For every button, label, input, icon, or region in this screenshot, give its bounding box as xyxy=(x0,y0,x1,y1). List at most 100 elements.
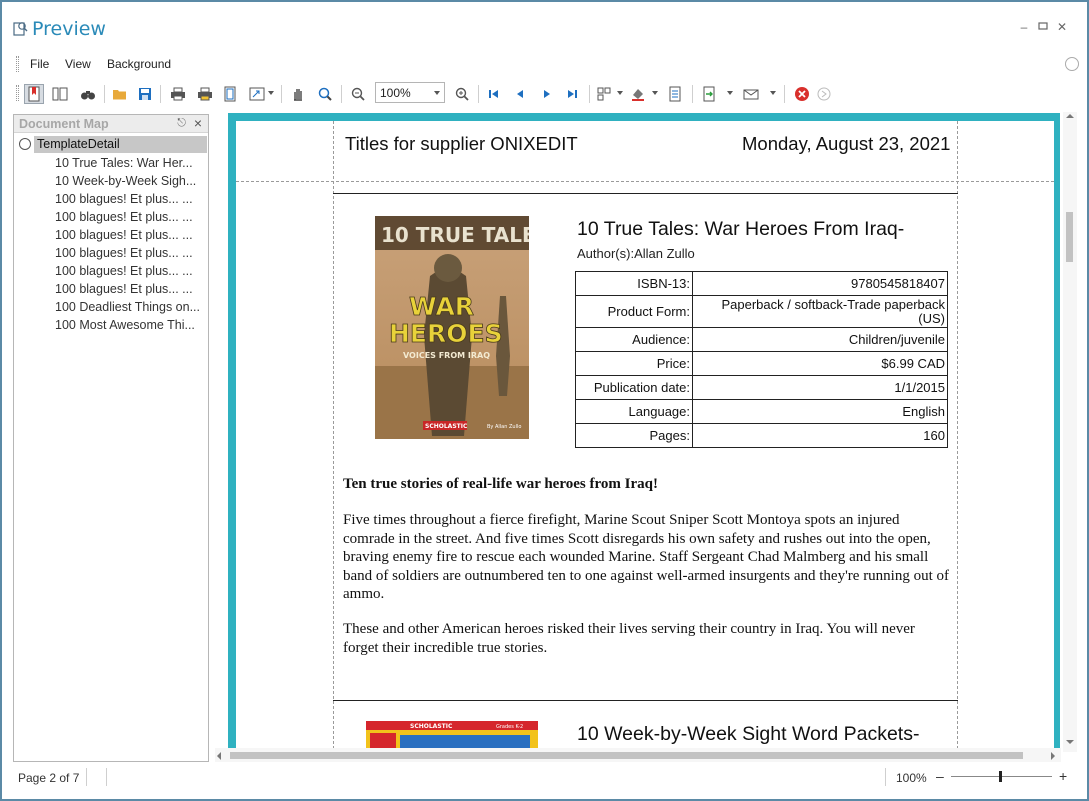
send-email-dropdown-arrow[interactable] xyxy=(770,91,776,95)
info-value: Paperback / softback-Trade paperback (US… xyxy=(692,295,948,328)
hand-tool-button[interactable] xyxy=(288,84,308,104)
menu-grip xyxy=(16,56,19,72)
document-map-title: Document Map xyxy=(19,117,109,131)
circle-arrow-icon xyxy=(817,87,831,101)
export-dropdown-arrow[interactable] xyxy=(727,91,733,95)
hand-tool-icon xyxy=(294,89,302,101)
multiple-pages-dropdown-arrow[interactable] xyxy=(617,91,623,95)
scroll-left-icon[interactable] xyxy=(217,752,221,760)
cover-publisher: SCHOLASTIC xyxy=(410,723,453,730)
info-label: ISBN-13: xyxy=(575,271,693,296)
tree-item[interactable]: 10 Week-by-Week Sigh... xyxy=(55,172,207,190)
print-button[interactable] xyxy=(168,84,188,104)
scale-dropdown-arrow[interactable] xyxy=(268,91,274,95)
scroll-right-icon[interactable] xyxy=(1051,752,1055,760)
info-value: 1/1/2015 xyxy=(692,375,948,400)
previous-page-button[interactable] xyxy=(510,84,530,104)
vertical-scrollbar[interactable] xyxy=(1063,112,1077,752)
find-button[interactable] xyxy=(78,84,98,104)
info-value: 160 xyxy=(692,423,948,448)
tree-item[interactable]: 100 blagues! Et plus... ... xyxy=(55,244,207,262)
color-button[interactable] xyxy=(628,84,648,104)
watermark-icon xyxy=(669,86,681,102)
export-button[interactable] xyxy=(699,84,719,104)
zoom-out-button[interactable] xyxy=(348,84,368,104)
scroll-down-icon[interactable] xyxy=(1066,740,1074,744)
info-value: 9780545818407 xyxy=(692,271,948,296)
tree-item[interactable]: 100 Deadliest Things on... xyxy=(55,298,207,316)
menu-bar: File View Background xyxy=(0,54,1089,76)
cover-main-text-2: HEROES xyxy=(389,319,503,348)
zoom-minus-button[interactable]: – xyxy=(936,768,944,784)
tree-item[interactable]: 100 blagues! Et plus... ... xyxy=(55,208,207,226)
send-email-button[interactable] xyxy=(741,84,761,104)
thumbnails-button[interactable] xyxy=(50,84,70,104)
status-bar: Page 2 of 7 100% – + xyxy=(0,765,1089,789)
chevron-down-icon[interactable] xyxy=(434,91,440,95)
next-page-button[interactable] xyxy=(537,84,557,104)
open-icon xyxy=(113,90,126,100)
color-dropdown-arrow[interactable] xyxy=(652,91,658,95)
description-paragraph: These and other American heroes risked t… xyxy=(343,621,915,656)
toolbar-separator xyxy=(341,85,342,103)
info-label: Language: xyxy=(575,399,693,424)
vertical-scroll-thumb[interactable] xyxy=(1066,212,1073,262)
maximize-button[interactable] xyxy=(1036,20,1050,34)
minimize-button[interactable]: – xyxy=(1017,20,1031,34)
zoom-in-button[interactable] xyxy=(452,84,472,104)
scroll-up-icon[interactable] xyxy=(1066,114,1074,118)
watermark-button[interactable] xyxy=(665,84,685,104)
menu-file[interactable]: File xyxy=(30,57,49,71)
horizontal-scrollbar[interactable] xyxy=(215,748,1061,762)
menu-background[interactable]: Background xyxy=(107,57,171,71)
toolbar-separator xyxy=(281,85,282,103)
scale-icon xyxy=(249,87,265,101)
tree-root[interactable]: TemplateDetail xyxy=(18,136,207,153)
tree-item[interactable]: 100 blagues! Et plus... ... xyxy=(55,190,207,208)
tree-item[interactable]: 100 blagues! Et plus... ... xyxy=(55,280,207,298)
scale-button[interactable] xyxy=(247,84,267,104)
bookmark-button[interactable] xyxy=(24,84,44,104)
close-button[interactable]: ✕ xyxy=(1055,20,1069,34)
open-button[interactable] xyxy=(110,84,130,104)
cover-grades: Grades K-2 xyxy=(496,724,523,730)
zoom-combo[interactable]: 100% xyxy=(375,82,445,103)
save-button[interactable] xyxy=(135,84,155,104)
zoom-plus-button[interactable]: + xyxy=(1059,768,1067,784)
info-label: Pages: xyxy=(575,423,693,448)
multiple-pages-button[interactable] xyxy=(595,84,615,104)
quick-print-button[interactable] xyxy=(195,84,215,104)
book-title: 10 Week-by-Week Sight Word Packets- xyxy=(577,723,920,745)
report-header-title: Titles for supplier ONIXEDIT xyxy=(345,133,578,154)
magnifier-button[interactable] xyxy=(315,84,335,104)
save-icon xyxy=(139,88,151,100)
book-cover-image: SCHOLASTIC Grades K-2 xyxy=(366,721,538,751)
tree-item[interactable]: 100 blagues! Et plus... ... xyxy=(55,226,207,244)
page-setup-button[interactable] xyxy=(220,84,240,104)
tree-root-label[interactable]: TemplateDetail xyxy=(34,136,207,153)
zoom-in-icon xyxy=(455,87,469,101)
tree-item[interactable]: 10 True Tales: War Her... xyxy=(55,154,207,172)
collapse-icon[interactable] xyxy=(19,138,31,150)
next-arrow-button[interactable] xyxy=(814,84,834,104)
book-cover-image: 10 TRUE TALES WAR HEROES VOICES FROM IRA… xyxy=(375,216,529,439)
menu-view[interactable]: View xyxy=(65,57,91,71)
color-icon xyxy=(632,89,644,101)
first-page-button[interactable] xyxy=(484,84,504,104)
cover-sub-text: VOICES FROM IRAQ xyxy=(403,351,490,360)
pin-icon[interactable]: ⎋ xyxy=(177,117,186,130)
close-preview-button[interactable] xyxy=(792,84,812,104)
tree-item[interactable]: 100 blagues! Et plus... ... xyxy=(55,262,207,280)
info-label: Publication date: xyxy=(575,375,693,400)
bookmark-icon xyxy=(28,86,40,102)
page-setup-icon xyxy=(224,86,236,102)
toolbar-separator xyxy=(589,85,590,103)
menu-options-icon[interactable] xyxy=(1065,57,1079,71)
horizontal-scroll-thumb[interactable] xyxy=(230,752,1023,759)
zoom-slider-thumb[interactable] xyxy=(999,771,1002,782)
book-title: 10 True Tales: War Heroes From Iraq- xyxy=(577,218,905,240)
last-page-button[interactable] xyxy=(562,84,582,104)
description-paragraph: Five times throughout a fierce firefight… xyxy=(343,512,950,602)
tree-item[interactable]: 100 Most Awesome Thi... xyxy=(55,316,207,334)
close-icon[interactable]: × xyxy=(194,115,202,131)
